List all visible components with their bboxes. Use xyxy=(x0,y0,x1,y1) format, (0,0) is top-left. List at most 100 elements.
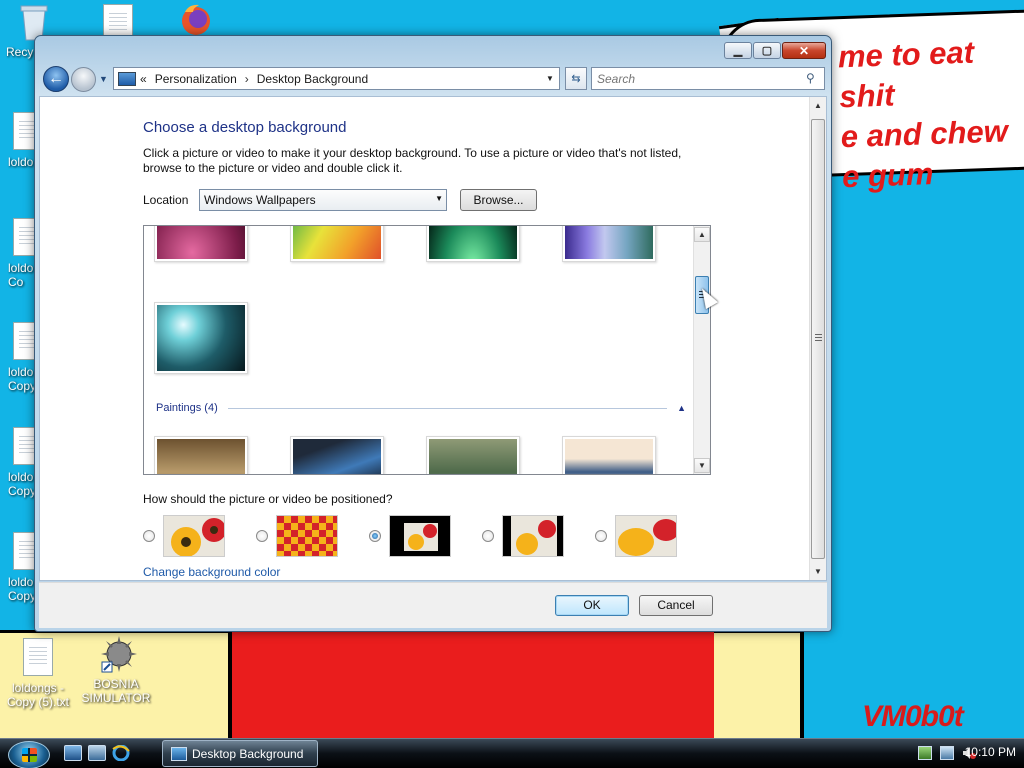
scroll-up-button[interactable]: ▲ xyxy=(810,97,826,114)
wallpaper-thumbnail[interactable] xyxy=(290,226,384,262)
ok-button[interactable]: OK xyxy=(555,595,629,616)
radio-center-selected[interactable] xyxy=(369,530,381,542)
minimize-button[interactable]: ▁ xyxy=(724,42,752,59)
display-icon[interactable] xyxy=(940,746,954,760)
network-icon[interactable] xyxy=(918,746,932,760)
position-question: How should the picture or video be posit… xyxy=(143,492,393,506)
wallpaper-thumbnail[interactable] xyxy=(154,226,248,262)
chevron-down-icon: ▼ xyxy=(814,567,822,576)
chevron-down-icon: ▼ xyxy=(99,74,108,84)
breadcrumb-desktop-background[interactable]: Desktop Background xyxy=(257,72,368,86)
maximize-button[interactable]: ▢ xyxy=(753,42,781,59)
forward-button[interactable] xyxy=(71,67,96,92)
speech-bubble-text: me to eat shit e and chew e gum xyxy=(837,34,1009,195)
search-icon[interactable]: ⚲ xyxy=(806,71,820,85)
chevron-down-icon: ▼ xyxy=(546,74,554,83)
taskbar-clock[interactable]: 10:10 PM xyxy=(965,745,1016,759)
chevron-down-icon: ▼ xyxy=(435,194,443,203)
close-button[interactable]: ✕ xyxy=(782,42,826,59)
breadcrumb-separator[interactable]: › xyxy=(245,72,249,86)
position-option-fill[interactable] xyxy=(143,515,256,557)
flower-preview-fill xyxy=(163,515,225,557)
spiked-mine-icon xyxy=(99,634,137,674)
wallpaper-row xyxy=(154,436,656,474)
back-button[interactable]: ← xyxy=(43,66,69,92)
radio-fit[interactable] xyxy=(482,530,494,542)
scroll-down-button[interactable]: ▼ xyxy=(810,563,826,580)
desktop-icon-bosnia-simulator[interactable]: BOSNIA SIMULATOR xyxy=(78,634,154,705)
start-button[interactable] xyxy=(8,741,50,768)
content-pane: Choose a desktop background Click a pict… xyxy=(39,96,827,581)
close-icon: ✕ xyxy=(798,43,810,58)
breadcrumb-root[interactable]: « xyxy=(140,72,147,86)
position-option-stretch[interactable] xyxy=(595,515,708,557)
address-dropdown[interactable]: ▼ xyxy=(543,68,557,89)
desktop-icon-label: loldongs - Copy (5).txt xyxy=(6,681,69,709)
taskbar xyxy=(0,738,1024,768)
change-background-color-link[interactable]: Change background color xyxy=(143,565,280,579)
search-box[interactable]: ⚲ xyxy=(591,67,825,90)
desktop-icon-label: BOSNIA SIMULATOR xyxy=(81,677,151,705)
wallpaper-gallery: Paintings (4) ▲ ▲ ▼ xyxy=(143,225,711,475)
chevron-up-icon: ▲ xyxy=(698,230,706,239)
search-input[interactable] xyxy=(592,68,792,89)
group-header-paintings[interactable]: Paintings (4) ▲ xyxy=(156,402,686,414)
wallpaper-thumbnail[interactable] xyxy=(562,436,656,474)
location-label: Location xyxy=(143,193,189,207)
flower-preview-fit xyxy=(502,515,564,557)
flower-preview-tile xyxy=(276,515,338,557)
wallpaper-thumbnail[interactable] xyxy=(426,226,520,262)
wallpaper-thumbnail[interactable] xyxy=(154,302,248,374)
collapse-chevron-icon[interactable]: ▲ xyxy=(677,403,686,413)
start-orb-icon xyxy=(22,748,37,762)
page-description: Click a picture or video to make it your… xyxy=(143,146,682,175)
minimize-icon: ▁ xyxy=(733,45,743,57)
refresh-button[interactable]: ⇆ xyxy=(565,67,587,90)
content-scrollbar[interactable]: ▲ ▼ xyxy=(809,97,826,580)
group-divider xyxy=(227,407,668,409)
page-title: Choose a desktop background xyxy=(143,119,347,136)
location-value: Windows Wallpapers xyxy=(204,193,316,207)
location-select[interactable]: Windows Wallpapers ▼ xyxy=(199,189,447,211)
radio-tile[interactable] xyxy=(256,530,268,542)
group-label: Paintings (4) xyxy=(156,402,218,414)
radio-stretch[interactable] xyxy=(595,530,607,542)
show-desktop-icon[interactable] xyxy=(64,745,82,761)
chevron-down-icon: ▼ xyxy=(698,461,706,470)
navigation-bar: ← ▼ « Personalization › Desktop Backgrou… xyxy=(41,66,825,94)
content-scroll-thumb[interactable] xyxy=(811,119,825,559)
desktop-icon-loldongs-copy-5[interactable]: loldongs - Copy (5).txt xyxy=(0,638,76,709)
desktop-background-window: ▁ ▢ ✕ ← ▼ « Personalization › Desktop Ba… xyxy=(34,35,832,632)
back-arrow-icon: ← xyxy=(48,70,64,87)
wallpaper-row xyxy=(154,302,248,374)
switch-windows-icon[interactable] xyxy=(88,745,106,761)
radio-fill[interactable] xyxy=(143,530,155,542)
position-option-center[interactable] xyxy=(369,515,482,557)
wallpaper-thumbnail[interactable] xyxy=(426,436,520,474)
browse-button[interactable]: Browse... xyxy=(460,189,537,211)
wallpaper-row xyxy=(154,226,656,262)
address-bar[interactable]: « Personalization › Desktop Background ▼ xyxy=(113,67,560,90)
chevron-up-icon: ▲ xyxy=(814,101,822,110)
control-panel-icon xyxy=(171,746,187,761)
cancel-button[interactable]: Cancel xyxy=(639,595,713,616)
maximize-icon: ▢ xyxy=(761,45,773,57)
position-option-tile[interactable] xyxy=(256,515,369,557)
wallpaper-thumbnail[interactable] xyxy=(562,226,656,262)
gallery-scrollbar[interactable]: ▲ ▼ xyxy=(693,226,710,474)
text-file-icon xyxy=(21,638,55,678)
internet-explorer-icon[interactable] xyxy=(112,744,130,762)
taskbar-button-desktop-background[interactable]: Desktop Background xyxy=(162,740,318,767)
breadcrumb-personalization[interactable]: Personalization xyxy=(155,72,237,86)
recent-pages-dropdown[interactable]: ▼ xyxy=(99,74,109,84)
wallpaper-thumbnail[interactable] xyxy=(154,436,248,474)
scroll-up-button[interactable]: ▲ xyxy=(694,227,710,242)
caption-buttons: ▁ ▢ ✕ xyxy=(724,42,826,59)
position-option-fit[interactable] xyxy=(482,515,595,557)
wallpaper-signature: VM0b0t xyxy=(862,700,964,733)
scroll-down-button[interactable]: ▼ xyxy=(694,458,710,473)
flower-preview-stretch xyxy=(615,515,677,557)
refresh-icon: ⇆ xyxy=(571,73,581,85)
taskbar-button-label: Desktop Background xyxy=(192,746,304,761)
wallpaper-thumbnail[interactable] xyxy=(290,436,384,474)
